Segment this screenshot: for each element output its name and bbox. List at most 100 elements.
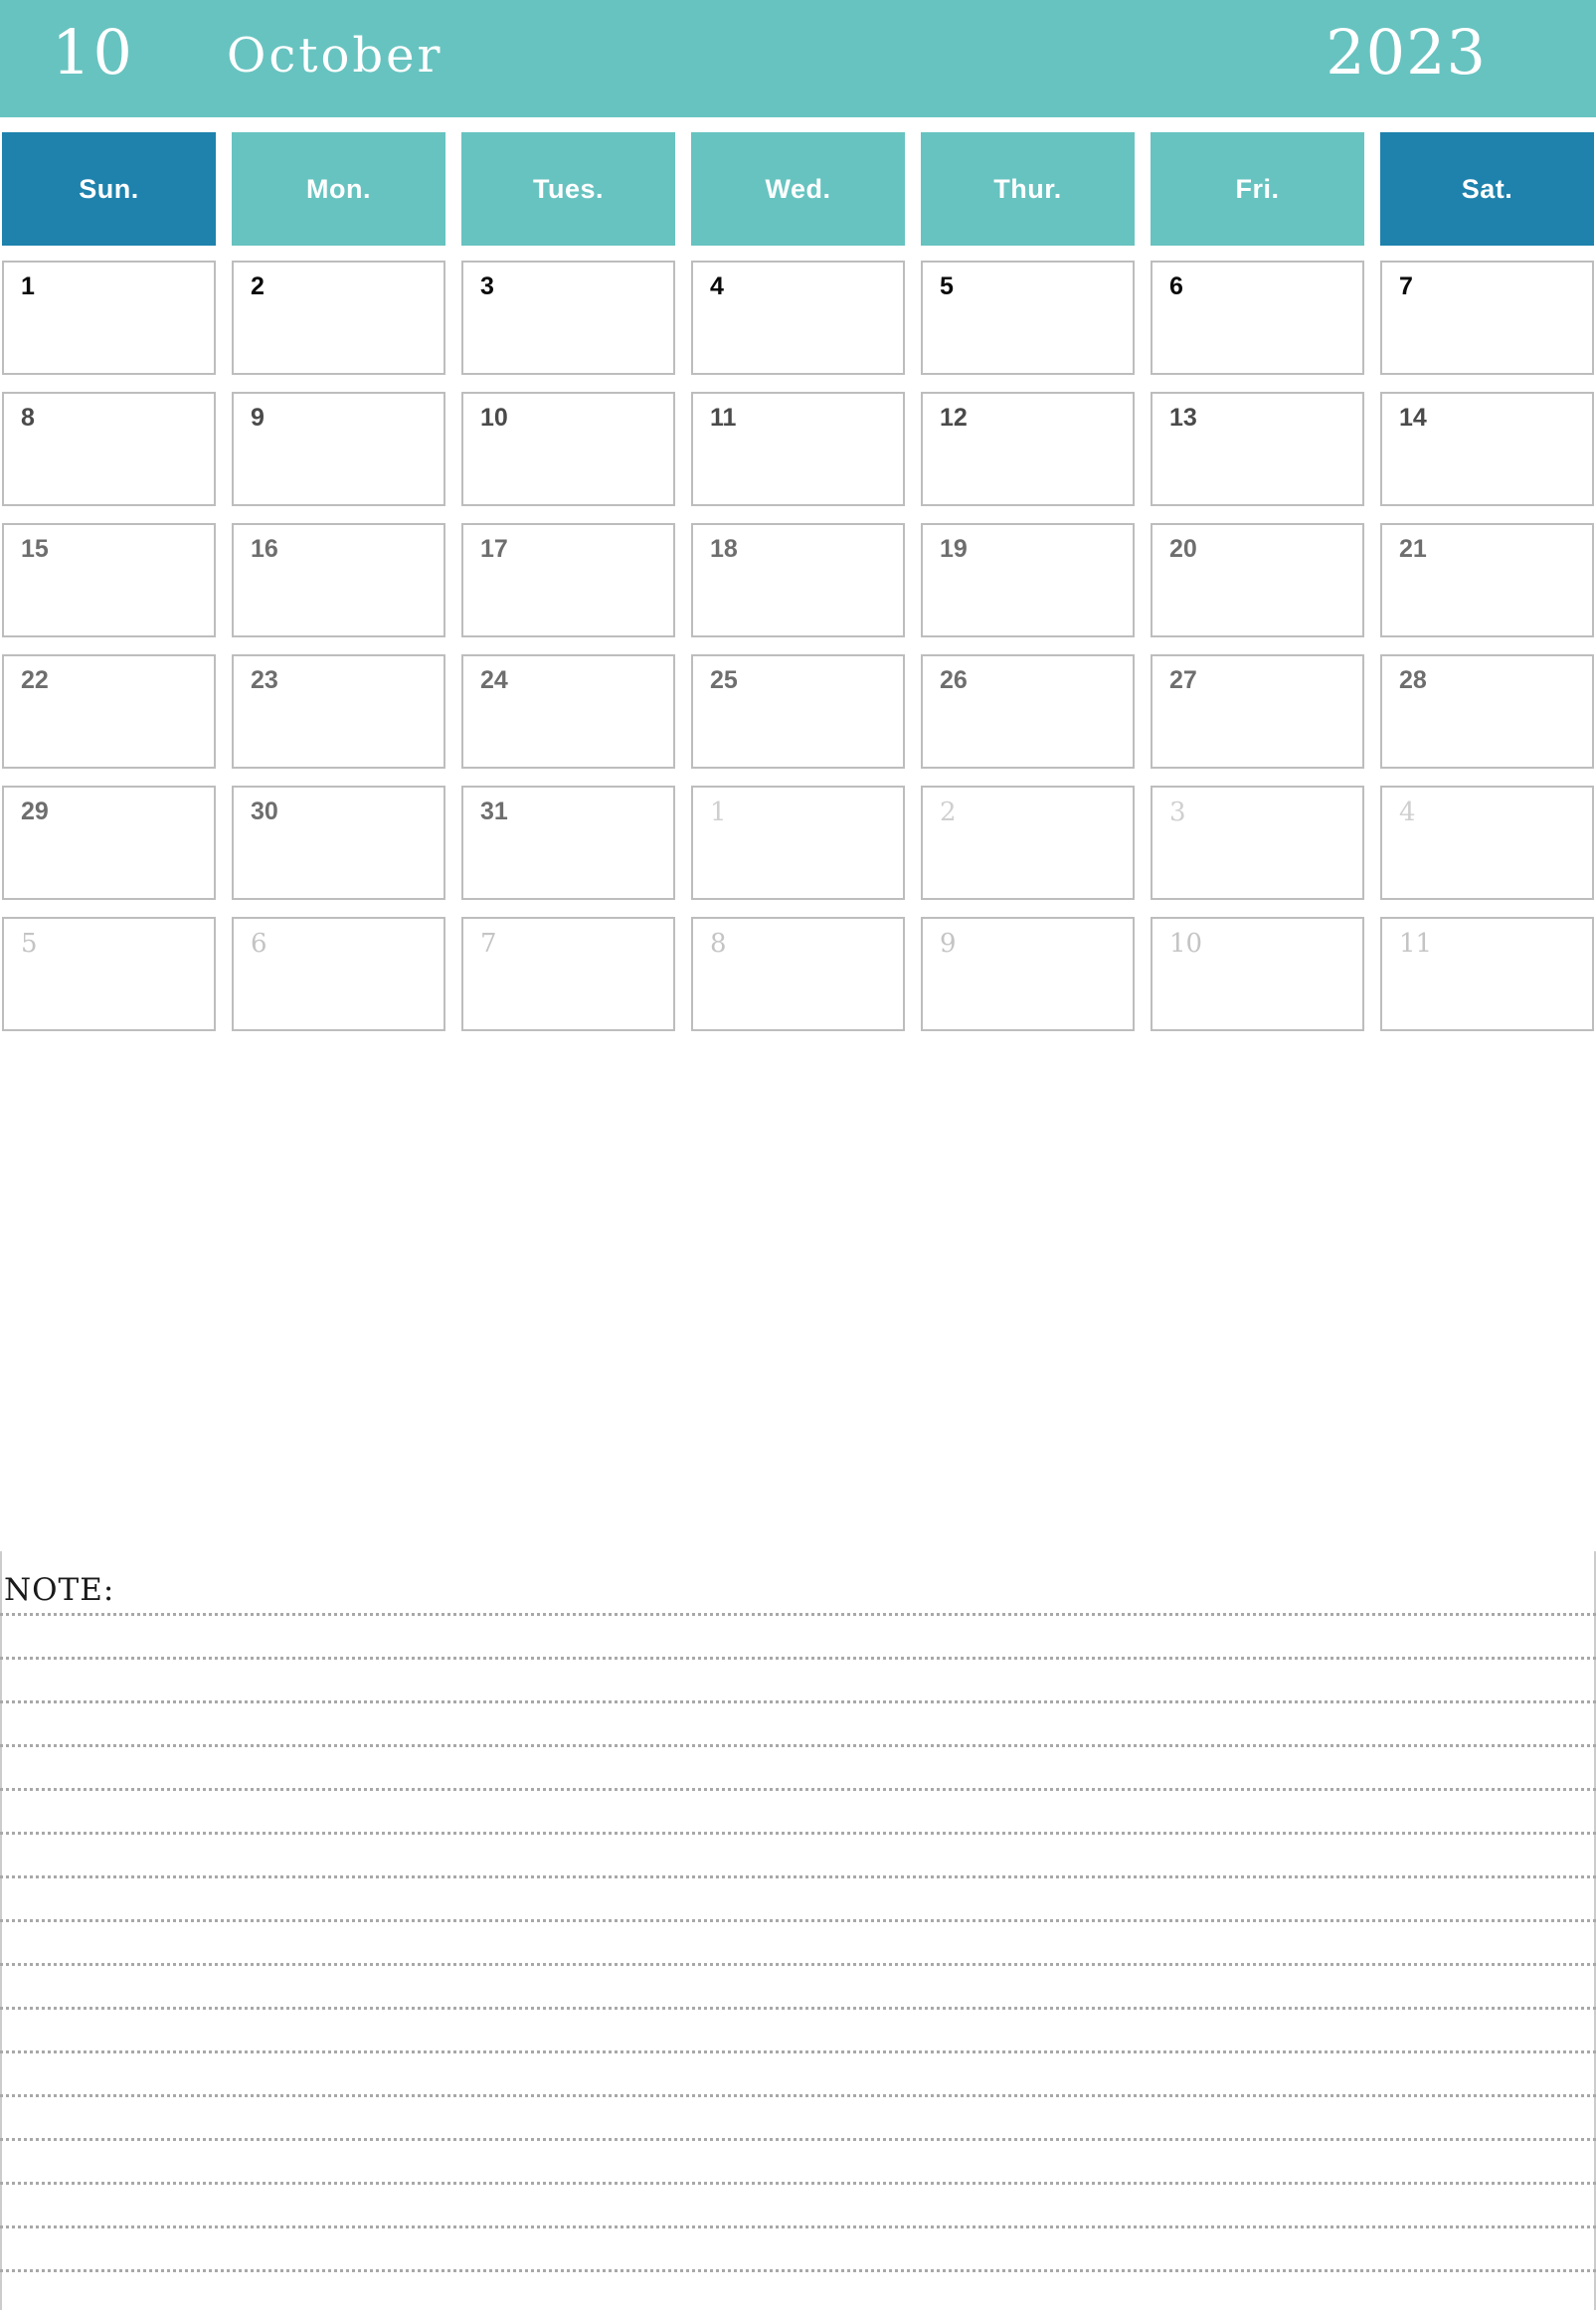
date-cell[interactable]: 28 <box>1380 654 1594 769</box>
date-cell[interactable]: 17 <box>461 523 675 637</box>
date-cell[interactable]: 15 <box>2 523 216 637</box>
date-cell[interactable]: 6 <box>232 917 445 1031</box>
date-number: 4 <box>710 272 724 300</box>
date-cell[interactable]: 12 <box>921 392 1135 506</box>
date-number: 22 <box>21 666 49 694</box>
date-cell[interactable]: 6 <box>1151 261 1364 375</box>
date-number: 23 <box>251 666 278 694</box>
date-cell[interactable]: 8 <box>691 917 905 1031</box>
date-cell[interactable]: 24 <box>461 654 675 769</box>
date-number: 1 <box>710 798 727 827</box>
weekday-header-mon[interactable]: Mon. <box>232 132 445 246</box>
date-number: 3 <box>480 272 494 300</box>
date-cell[interactable]: 9 <box>921 917 1135 1031</box>
date-number: 14 <box>1399 404 1427 432</box>
note-label: NOTE: <box>4 1572 115 1608</box>
weekday-label: Fri. <box>1235 173 1280 204</box>
date-cell[interactable]: 1 <box>691 786 905 900</box>
date-cell[interactable]: 22 <box>2 654 216 769</box>
date-number: 18 <box>710 535 738 563</box>
date-number: 26 <box>940 666 968 694</box>
note-ruled-line[interactable] <box>0 1700 1596 1703</box>
date-cell[interactable]: 8 <box>2 392 216 506</box>
date-cell[interactable]: 10 <box>1151 917 1364 1031</box>
weekday-header-row: Sun. Mon. Tues. Wed. Thur. Fri. Sat. <box>2 132 1594 246</box>
note-ruled-line[interactable] <box>0 1832 1596 1835</box>
date-cell[interactable]: 18 <box>691 523 905 637</box>
date-cell[interactable]: 31 <box>461 786 675 900</box>
date-number: 13 <box>1169 404 1197 432</box>
note-lines <box>0 1613 1596 2313</box>
weekday-header-thur[interactable]: Thur. <box>921 132 1135 246</box>
date-number: 31 <box>480 798 508 825</box>
date-cell[interactable]: 5 <box>2 917 216 1031</box>
date-cell[interactable]: 20 <box>1151 523 1364 637</box>
note-ruled-line[interactable] <box>0 2094 1596 2097</box>
date-number: 28 <box>1399 666 1427 694</box>
note-ruled-line[interactable] <box>0 1875 1596 1878</box>
date-cell[interactable]: 7 <box>1380 261 1594 375</box>
date-number: 17 <box>480 535 508 563</box>
note-ruled-line[interactable] <box>0 2269 1596 2272</box>
date-number: 30 <box>251 798 278 825</box>
date-number: 2 <box>251 272 265 300</box>
date-number: 20 <box>1169 535 1197 563</box>
date-week-row: 5 6 7 8 9 10 11 <box>2 917 1594 1031</box>
date-cell[interactable]: 14 <box>1380 392 1594 506</box>
weekday-header-wed[interactable]: Wed. <box>691 132 905 246</box>
weekday-header-sun[interactable]: Sun. <box>2 132 216 246</box>
note-ruled-line[interactable] <box>0 2182 1596 2185</box>
date-cell[interactable]: 9 <box>232 392 445 506</box>
weekday-header-sat[interactable]: Sat. <box>1380 132 1594 246</box>
note-ruled-line[interactable] <box>0 1613 1596 1616</box>
note-ruled-line[interactable] <box>0 2225 1596 2228</box>
weekday-label: Mon. <box>306 173 371 204</box>
date-cell[interactable]: 1 <box>2 261 216 375</box>
date-cell[interactable]: 3 <box>1151 786 1364 900</box>
date-number: 9 <box>940 929 957 959</box>
date-cell[interactable]: 27 <box>1151 654 1364 769</box>
date-cell[interactable]: 26 <box>921 654 1135 769</box>
date-cell[interactable]: 4 <box>1380 786 1594 900</box>
date-cell[interactable]: 16 <box>232 523 445 637</box>
date-cell[interactable]: 23 <box>232 654 445 769</box>
date-cell[interactable]: 5 <box>921 261 1135 375</box>
weekday-header-fri[interactable]: Fri. <box>1151 132 1364 246</box>
date-number: 21 <box>1399 535 1427 563</box>
date-cell[interactable]: 13 <box>1151 392 1364 506</box>
weekday-label: Wed. <box>765 173 831 204</box>
date-number: 2 <box>940 798 957 827</box>
note-ruled-line[interactable] <box>0 1657 1596 1660</box>
note-ruled-line[interactable] <box>0 2007 1596 2010</box>
date-week-row: 8 9 10 11 12 13 14 <box>2 392 1594 506</box>
date-cell[interactable]: 7 <box>461 917 675 1031</box>
date-number: 10 <box>480 404 508 432</box>
note-ruled-line[interactable] <box>0 2050 1596 2053</box>
date-number: 7 <box>480 929 497 959</box>
weekday-label: Tues. <box>532 173 604 204</box>
weekday-header-tues[interactable]: Tues. <box>461 132 675 246</box>
note-ruled-line[interactable] <box>0 1919 1596 1922</box>
note-ruled-line[interactable] <box>0 2138 1596 2141</box>
date-number: 29 <box>21 798 49 825</box>
note-ruled-line[interactable] <box>0 1963 1596 1966</box>
date-cell[interactable]: 29 <box>2 786 216 900</box>
date-cell[interactable]: 11 <box>691 392 905 506</box>
date-cell[interactable]: 3 <box>461 261 675 375</box>
note-ruled-line[interactable] <box>0 1744 1596 1747</box>
date-cell[interactable]: 19 <box>921 523 1135 637</box>
date-number: 5 <box>21 929 38 959</box>
date-cell[interactable]: 11 <box>1380 917 1594 1031</box>
date-cell[interactable]: 30 <box>232 786 445 900</box>
date-cell[interactable]: 2 <box>921 786 1135 900</box>
date-cell[interactable]: 10 <box>461 392 675 506</box>
banner-year: 2023 <box>1326 16 1487 89</box>
date-cell[interactable]: 2 <box>232 261 445 375</box>
note-ruled-line[interactable] <box>0 1788 1596 1791</box>
date-number: 3 <box>1169 798 1186 827</box>
date-cell[interactable]: 25 <box>691 654 905 769</box>
date-cell[interactable]: 21 <box>1380 523 1594 637</box>
date-cell[interactable]: 4 <box>691 261 905 375</box>
date-number: 5 <box>940 272 954 300</box>
date-number: 25 <box>710 666 738 694</box>
